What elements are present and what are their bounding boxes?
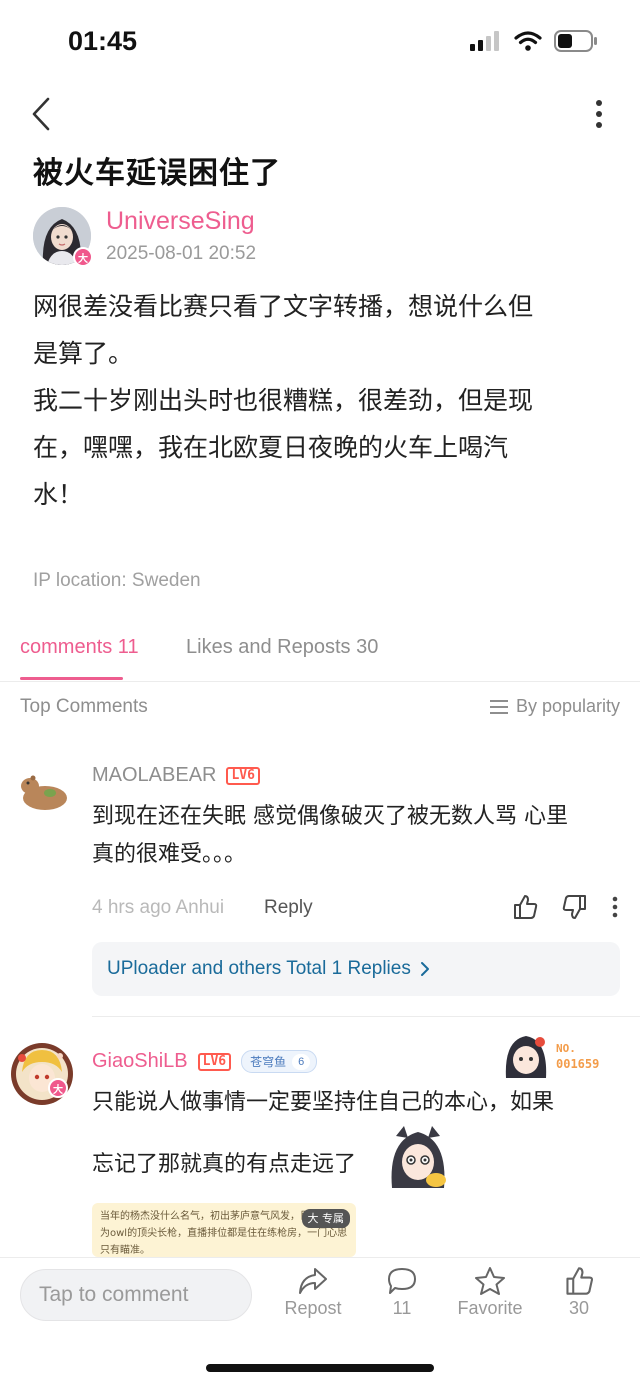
post-body-line: 在，嘿嘿，我在北欧夏日夜晚的火车上喝汽 (33, 433, 509, 462)
sort-label: By popularity (515, 696, 620, 716)
comment-text-line: 真的很难受。。。 (92, 842, 247, 867)
repost-label: Repost (284, 1298, 342, 1318)
thumbs-down-icon[interactable] (562, 894, 588, 920)
comment-item: MAOLABEAR LV6 到现在还在失眠 感觉偶像破灭了被无数人骂 心里 真的… (0, 750, 640, 1020)
post-body-line: 是算了。 (33, 339, 134, 368)
commenter-avatar[interactable] (10, 1042, 74, 1106)
top-comments-label: Top Comments (20, 696, 148, 717)
reply-button[interactable]: Reply (264, 897, 313, 919)
like-button[interactable]: 30 (539, 1266, 619, 1319)
decoration-number-label: NO. (556, 1042, 576, 1055)
chevron-left-icon (32, 97, 50, 131)
wifi-icon (514, 31, 542, 51)
sort-row: Top Comments By popularity (0, 694, 640, 724)
commenter-name-row: MAOLABEAR LV6 (92, 764, 260, 787)
vip-badge: 大 (48, 1078, 68, 1098)
decoration-number: 001659 (556, 1057, 600, 1071)
card-tag-label: 专属 (322, 1212, 344, 1225)
bottom-action-bar: Tap to comment Repost 11 Favorite 30 (0, 1257, 640, 1385)
fan-medal-badge[interactable]: 苍穹鱼 6 (241, 1050, 318, 1073)
commenter-name[interactable]: MAOLABEAR (92, 764, 216, 787)
post-title: 被火车延误困住了 (33, 156, 281, 191)
fan-medal-level: 6 (292, 1053, 311, 1070)
comment-meta: 4 hrs ago Anhui (92, 897, 225, 918)
comment-text: 到现在还在失眠 感觉偶像破灭了被无数人骂 心里 真的很难受。。。 (92, 798, 622, 874)
comment-text-line: 只能说人做事情一定要坚持住自己的本心，如果 (92, 1090, 555, 1115)
ip-location: IP location: Sweden (33, 570, 201, 591)
cellular-signal-icon (470, 31, 499, 51)
more-options-button[interactable] (584, 94, 614, 134)
view-replies-button[interactable]: UPloader and others Total 1 Replies (92, 942, 620, 996)
level-badge: LV6 (226, 766, 260, 785)
card-tag: 大 专属 (301, 1209, 350, 1228)
girl-emoji-sticker (391, 1126, 446, 1188)
sort-button[interactable]: By popularity (489, 696, 620, 717)
author-name[interactable]: UniverseSing (106, 207, 255, 236)
card-tag-badge: 大 (307, 1212, 319, 1225)
replies-summary: UPloader and others Total 1 Replies (107, 958, 411, 979)
more-vertical-icon (596, 100, 602, 128)
chevron-right-icon (420, 962, 429, 976)
comment-text-line: 到现在还在失眠 感觉偶像破灭了被无数人骂 心里 (92, 804, 568, 829)
active-tab-indicator (20, 677, 123, 680)
home-indicator[interactable] (206, 1364, 434, 1372)
capybara-avatar-image (18, 762, 70, 814)
comment-input[interactable]: Tap to comment (20, 1269, 252, 1321)
chat-bubble-icon (388, 1268, 416, 1294)
girl-sticker-icon (505, 1036, 547, 1078)
post-body-line: 我二十岁刚出头时也很糟糕，很差劲，但是现 (33, 386, 534, 415)
thumbs-up-icon (566, 1267, 594, 1295)
star-icon (475, 1267, 505, 1295)
post-timestamp: 2025-08-01 20:52 (106, 243, 257, 264)
tab-bar: comments 11 Likes and Reposts 30 (0, 630, 640, 682)
comment-text-line: 忘记了那就真的有点走远了 (92, 1152, 357, 1177)
favorite-label: Favorite (457, 1298, 523, 1318)
repost-button[interactable]: Repost (273, 1266, 353, 1319)
vip-badge: 大 (73, 247, 93, 267)
status-icons (470, 30, 598, 52)
fan-medal-name: 苍穹鱼 (250, 1055, 287, 1069)
commenter-name[interactable]: GiaoShiLB (92, 1050, 188, 1073)
thumbs-up-icon[interactable] (512, 894, 538, 920)
battery-icon (554, 30, 597, 52)
status-time: 01:45 (68, 26, 138, 56)
comment-actions (512, 894, 618, 920)
more-vertical-icon[interactable] (612, 896, 618, 918)
sort-lines-icon (489, 699, 508, 714)
comment-divider (92, 1016, 640, 1017)
attached-card[interactable]: 当年的杨杰没什么名气，初出茅庐意气风发，目标是成为owl的顶尖长枪，直播排位都是… (92, 1203, 356, 1257)
tab-comments[interactable]: comments 11 (20, 636, 139, 659)
back-button[interactable] (26, 94, 56, 134)
anime-avatar-image (11, 1043, 73, 1105)
comment-count: 11 (392, 1298, 412, 1318)
status-bar: 01:45 (0, 0, 640, 84)
commenter-name-row: GiaoShiLB LV6 苍穹鱼 6 (92, 1050, 318, 1073)
commenter-avatar[interactable] (18, 762, 70, 814)
nav-bar (0, 90, 640, 140)
comment-text: 只能说人做事情一定要坚持住自己的本心，如果 忘记了那就真的有点走远了 (92, 1084, 622, 1184)
post-body-line: 网很差没看比赛只看了文字转播，想说什么但 (33, 292, 534, 321)
post-body-line: 水！ (33, 480, 84, 509)
favorite-button[interactable]: Favorite (450, 1266, 530, 1319)
tab-likes-reposts[interactable]: Likes and Reposts 30 (186, 636, 378, 659)
share-arrow-icon (299, 1268, 327, 1294)
comment-button[interactable]: 11 (362, 1266, 442, 1319)
like-count: 30 (568, 1298, 590, 1318)
author-block: 大 UniverseSing 2025-08-01 20:52 (33, 205, 593, 267)
post-body: 网很差没看比赛只看了文字转播，想说什么但 是算了。 我二十岁刚出头时也很糟糕，很… (33, 283, 603, 518)
decoration-card: NO. 001659 (500, 1030, 620, 1084)
level-badge: LV6 (197, 1052, 232, 1071)
